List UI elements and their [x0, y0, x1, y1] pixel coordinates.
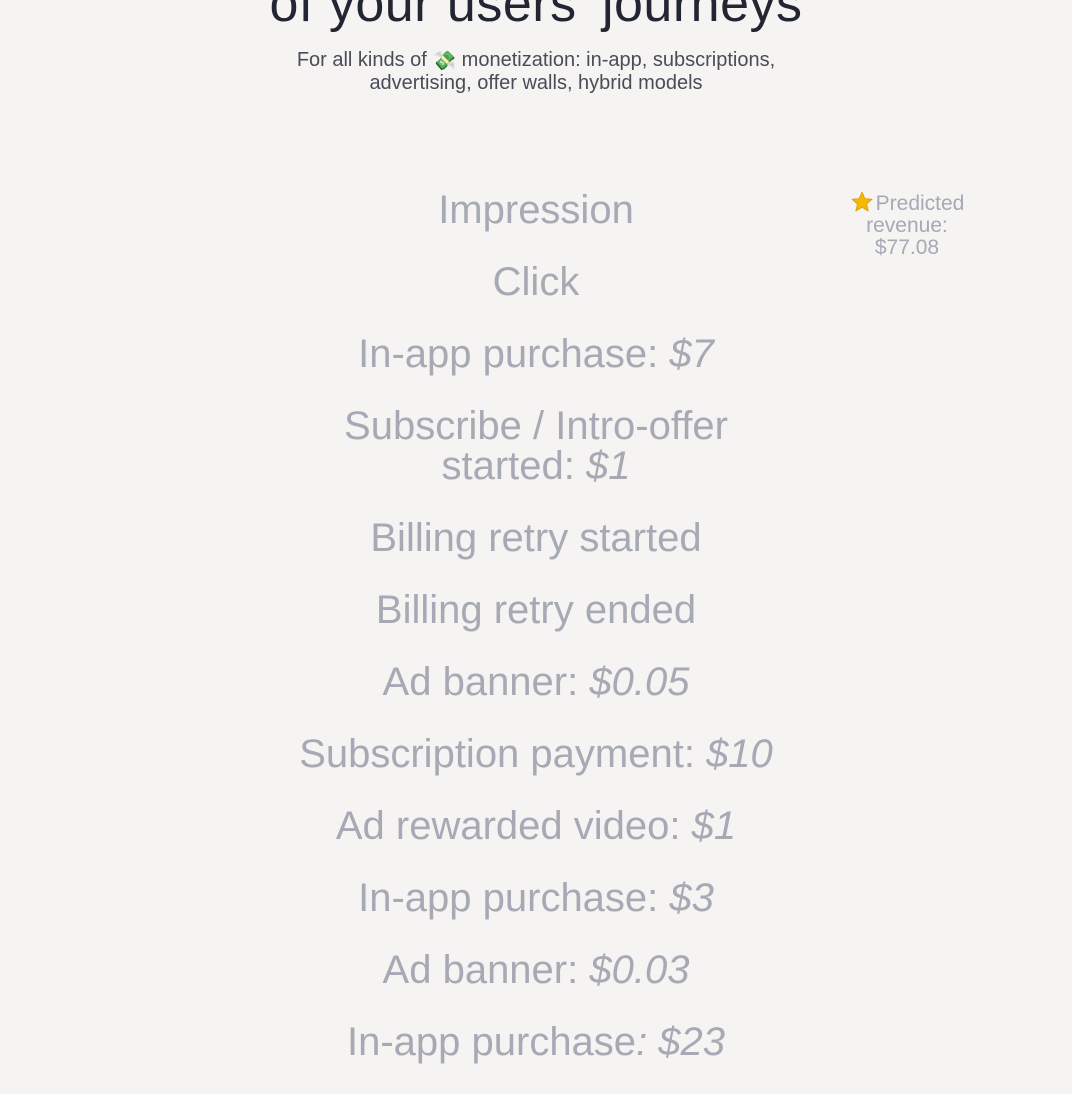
event-in-app-purchase: In-app purchase: $3: [236, 878, 836, 918]
predicted-revenue-value: $77.08: [874, 236, 940, 259]
subtitle-text-end: monetization: in-app, subscriptions, adv…: [369, 49, 776, 94]
hero-subtitle: For all kinds of 💸 monetization: in-app,…: [286, 49, 786, 95]
event-in-app-purchase: In-app purchase: $7: [236, 334, 836, 374]
hero-title: of your users' journeys: [269, 0, 803, 33]
event-label: Click: [492, 260, 580, 304]
event-label: Ad rewarded video:: [335, 804, 692, 848]
event-amount: $0.03: [589, 948, 690, 992]
event-amount: $0.05: [589, 660, 690, 704]
event-ad-rewarded-video: Ad rewarded video: $1: [236, 806, 836, 846]
event-label: Billing retry started: [370, 516, 702, 560]
subtitle-text-start: For all kinds of: [296, 49, 427, 71]
event-in-app-purchase: In-app purchase: $23: [236, 1022, 836, 1062]
event-billing-retry-started: Billing retry started: [236, 518, 836, 558]
predicted-revenue-label: Predicted revenue:: [866, 192, 965, 237]
event-subscription-payment: Subscription payment: $10: [236, 734, 836, 774]
event-ad-banner: Ad banner: $0.03: [236, 950, 836, 990]
event-amount: $1: [691, 804, 737, 848]
event-label: Ad banner:: [382, 948, 590, 992]
event-label: In-app purchase: [346, 1020, 637, 1064]
event-click: Click: [236, 262, 836, 302]
event-label: Impression: [438, 188, 634, 232]
journey-timeline: Impression Click In-app purchase: $7 Sub…: [236, 190, 836, 1094]
star-icon: [851, 191, 873, 212]
money-with-wings-icon: 💸: [432, 51, 457, 72]
event-amount: $3: [669, 876, 714, 920]
event-ad-banner: Ad banner: $0.05: [236, 662, 836, 702]
event-billing-retry-ended: Billing retry ended: [236, 590, 836, 630]
event-subscribe-intro-offer: Subscribe / Intro-offer started: $1: [236, 406, 836, 486]
event-label: Billing retry ended: [375, 588, 697, 632]
event-amount: : $23: [636, 1020, 726, 1064]
event-amount: $1: [586, 444, 631, 488]
event-label: Ad banner:: [382, 660, 590, 704]
event-amount: $7: [669, 332, 714, 376]
predicted-revenue: Predicted revenue: $77.08: [832, 190, 982, 259]
event-label: Subscribe / Intro-offer started:: [344, 404, 728, 488]
event-label: In-app purchase:: [358, 332, 670, 376]
event-amount: $10: [706, 732, 773, 776]
event-label: In-app purchase:: [358, 876, 670, 920]
event-label: Subscription payment:: [299, 732, 707, 776]
event-impression: Impression: [236, 190, 836, 230]
